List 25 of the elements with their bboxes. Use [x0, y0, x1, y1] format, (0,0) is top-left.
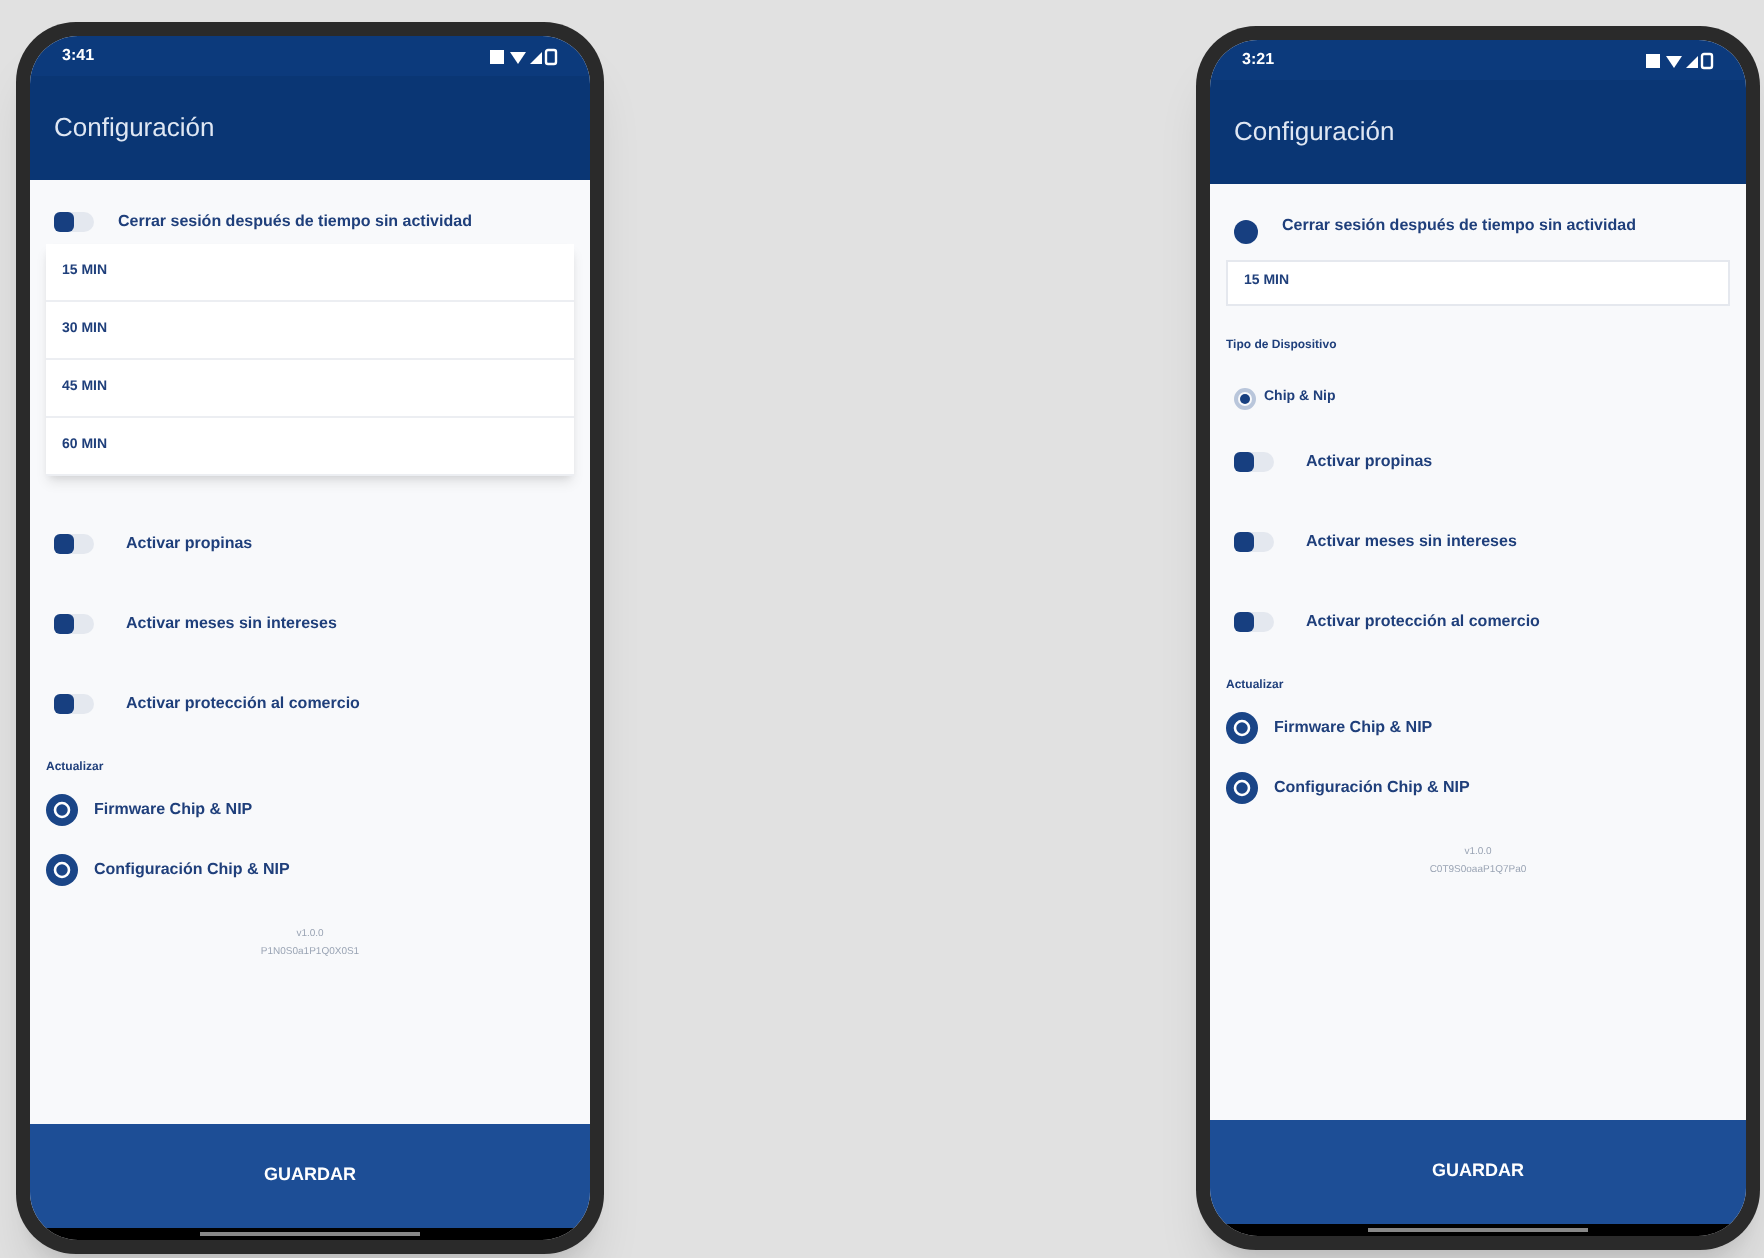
update-action[interactable]: Firmware Chip & NIP: [46, 794, 574, 826]
toggle-label: Activar meses sin intereses: [1306, 530, 1517, 554]
status-time: 3:41: [62, 44, 95, 68]
status-icons: [1646, 51, 1714, 69]
update-action[interactable]: Firmware Chip & NIP: [1226, 712, 1730, 744]
radio-button[interactable]: [1234, 388, 1256, 410]
refresh-icon: [1226, 712, 1258, 744]
screen-title: Configuración: [1234, 114, 1395, 151]
toggle-label: Activar meses sin intereses: [126, 612, 337, 636]
toggle-label: Activar protección al comercio: [126, 692, 360, 716]
refresh-icon: [46, 854, 78, 886]
setting-label: Cerrar sesión después de tiempo sin actividad: [1282, 216, 1638, 236]
toggle-label: Activar propinas: [126, 532, 253, 556]
update-action[interactable]: Configuración Chip & NIP: [46, 854, 574, 886]
toggle-label: Activar propinas: [1306, 450, 1433, 474]
screen-title: Configuración: [54, 110, 215, 147]
status-time: 3:21: [1242, 48, 1275, 72]
save-button[interactable]: GUARDAR: [30, 1124, 590, 1228]
status-icons: [490, 47, 558, 65]
update-action[interactable]: Configuración Chip & NIP: [1226, 772, 1730, 804]
toggle-label: Activar protección al comercio: [1306, 610, 1540, 634]
setting-label: Cerrar sesión después de tiempo sin actividad: [118, 212, 474, 232]
refresh-icon: [1226, 772, 1258, 804]
refresh-icon: [46, 794, 78, 826]
save-button[interactable]: GUARDAR: [1210, 1120, 1746, 1224]
